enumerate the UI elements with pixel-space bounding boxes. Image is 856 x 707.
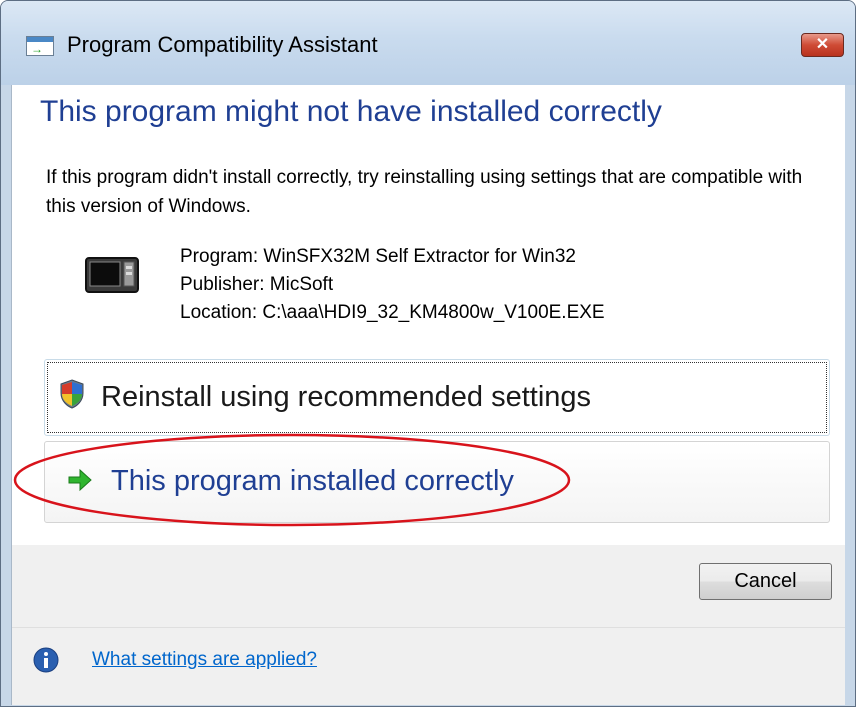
publisher-name: Publisher: MicSoft [180, 274, 334, 295]
what-settings-applied-link[interactable]: What settings are applied? [92, 649, 317, 671]
close-icon: ✕ [815, 36, 830, 53]
program-box-icon [85, 257, 139, 293]
close-button[interactable]: ✕ [801, 33, 844, 57]
dialog-content: This program might not have installed co… [11, 85, 845, 545]
info-icon [33, 647, 59, 673]
reinstall-recommended-option[interactable]: Reinstall using recommended settings [44, 359, 830, 436]
green-arrow-icon [68, 468, 92, 492]
uac-shield-icon [60, 379, 84, 409]
dialog-footer: Cancel What settings are applied? [11, 545, 845, 705]
installed-correctly-option[interactable]: This program installed correctly [44, 441, 830, 523]
dialog-window: → Program Compatibility Assistant ✕ This… [0, 0, 856, 707]
reinstall-option-label: Reinstall using recommended settings [101, 381, 592, 413]
program-location: Location: C:\aaa\HDI9_32_KM4800w_V100E.E… [180, 302, 605, 323]
description-text: If this program didn't install correctly… [46, 167, 803, 217]
program-name: Program: WinSFX32M Self Extractor for Wi… [180, 246, 576, 267]
compatibility-assistant-icon: → [26, 36, 54, 56]
installed-correctly-label: This program installed correctly [111, 465, 514, 497]
window-title: Program Compatibility Assistant [67, 32, 378, 57]
main-heading: This program might not have installed co… [40, 95, 662, 128]
cancel-button[interactable]: Cancel [699, 563, 832, 600]
program-details: Program: WinSFX32M Self Extractor for Wi… [180, 243, 605, 327]
title-bar[interactable]: → Program Compatibility Assistant ✕ [1, 1, 855, 85]
footer-divider [12, 627, 845, 628]
